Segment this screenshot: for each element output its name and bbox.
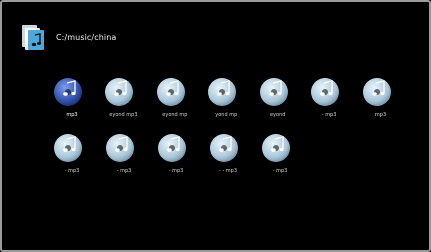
file-label: - - mp3 [218, 168, 237, 174]
file-item[interactable]: - mp3 [46, 127, 98, 181]
file-label: yond mp [215, 112, 238, 118]
file-item[interactable]: eyond [252, 71, 303, 125]
file-item[interactable]: mp3 [46, 71, 97, 125]
file-item[interactable]: yond mp [200, 71, 251, 125]
screen-frame: C:/music/china mp3 eyond mp3 eyond mp yond … [0, 0, 431, 252]
file-item[interactable]: mp3 [355, 71, 406, 125]
file-item[interactable]: - mp3 [150, 127, 202, 181]
file-item[interactable]: - mp3 [303, 71, 354, 125]
file-grid: mp3 eyond mp3 eyond mp yond mp eyond - mp3 mp3… [46, 71, 406, 183]
file-item[interactable]: - mp3 [98, 127, 150, 181]
file-label: mp3 [66, 112, 78, 118]
file-label: - mp3 [116, 168, 132, 174]
file-label: eyond mp [162, 112, 188, 118]
current-path: C:/music/china [56, 32, 117, 42]
file-item[interactable]: - - mp3 [202, 127, 254, 181]
file-row: mp3 eyond mp3 eyond mp yond mp eyond - mp3 mp3 [46, 71, 406, 125]
file-label: eyond mp3 [109, 112, 138, 118]
file-row: - mp3 - mp3 - mp3 - - mp3 - mp3 [46, 127, 406, 181]
file-label: - mp3 [321, 112, 337, 118]
file-label: - mp3 [168, 168, 184, 174]
file-item[interactable]: eyond mp [149, 71, 200, 125]
file-item[interactable]: - mp3 [254, 127, 306, 181]
file-label: eyond [269, 112, 286, 118]
file-item[interactable]: eyond mp3 [97, 71, 148, 125]
file-label: mp3 [374, 112, 387, 118]
folder-music-icon [22, 24, 44, 50]
file-label: - mp3 [272, 168, 288, 174]
location-header: C:/music/china [22, 24, 116, 50]
file-label: - mp3 [64, 168, 80, 174]
